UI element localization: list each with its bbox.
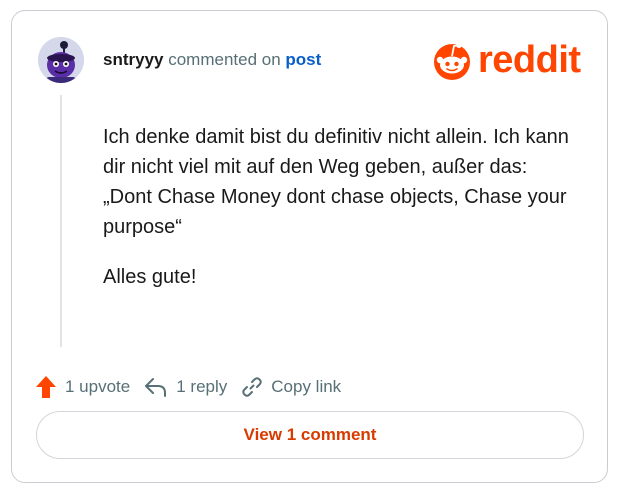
commented-on-text: commented on <box>168 50 281 69</box>
reddit-snoo-icon <box>434 42 470 80</box>
reddit-wordmark: reddit <box>478 39 581 81</box>
thread-line <box>60 95 62 347</box>
arrow-up-icon <box>36 376 56 398</box>
comment-card: sntryyy commented on post reddit Ich den… <box>11 10 608 483</box>
view-comment-label: View 1 comment <box>243 425 377 444</box>
username-link[interactable]: sntryyy <box>103 50 163 69</box>
copy-link-button[interactable]: Copy link <box>241 376 341 398</box>
avatar-image <box>38 37 84 83</box>
copy-link-label: Copy link <box>271 377 342 396</box>
comment-body: Ich denke damit bist du definitiv nicht … <box>103 122 573 292</box>
user-avatar[interactable] <box>38 37 84 83</box>
reply-arrow-icon <box>145 378 167 397</box>
reply-count: 1 reply <box>176 377 228 396</box>
reddit-logo: reddit <box>430 38 581 82</box>
comment-header: sntryyy commented on post <box>103 49 321 71</box>
reply-button[interactable]: 1 reply <box>144 376 227 398</box>
comment-paragraph: Ich denke damit bist du definitiv nicht … <box>103 126 569 238</box>
comment-paragraph: Alles gute! <box>103 266 197 288</box>
comment-actions: 1 upvote 1 reply Copy link <box>35 373 341 401</box>
upvote-count: 1 upvote <box>65 377 131 396</box>
view-comment-button[interactable]: View 1 comment <box>36 411 584 459</box>
post-link[interactable]: post <box>285 50 321 69</box>
upvote-button[interactable]: 1 upvote <box>35 375 130 399</box>
link-icon <box>242 377 263 397</box>
